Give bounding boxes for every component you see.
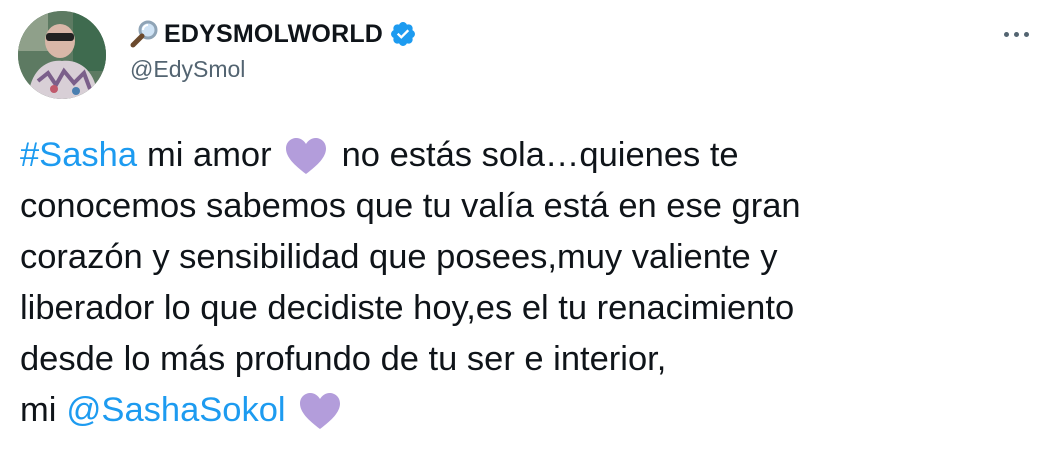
- tweet-line-3: corazón y sensibilidad que posees,muy va…: [20, 238, 778, 276]
- purple-heart-icon: [298, 391, 342, 431]
- more-horizontal-icon-dot: [1013, 31, 1019, 37]
- tweet-text-segment: no estás sola…quienes te: [341, 136, 739, 174]
- author-header: EDYSMOLWORLD @EdySmol: [130, 16, 417, 83]
- more-options-button[interactable]: [998, 22, 1034, 46]
- verified-badge-icon: [383, 20, 417, 48]
- tweet-text-segment: mi amor: [147, 136, 272, 174]
- user-handle[interactable]: @EdySmol: [130, 56, 417, 83]
- display-name[interactable]: EDYSMOLWORLD: [164, 20, 383, 49]
- tweet-text: #Sasha mi amor no estás sola…quienes te c…: [20, 130, 1040, 436]
- purple-heart-icon: [284, 136, 328, 176]
- tweet-line-6: mi @SashaSokol: [20, 385, 1040, 436]
- tweet-line-2: conocemos sabemos que tu valía está en e…: [20, 187, 801, 225]
- tweet-card: EDYSMOLWORLD @EdySmol #Sasha mi amor no e…: [0, 0, 1064, 450]
- tweet-line-1: #Sasha mi amor no estás sola…quienes te: [20, 130, 1040, 181]
- display-name-row[interactable]: EDYSMOLWORLD: [130, 16, 417, 52]
- hashtag-link[interactable]: #Sasha: [20, 130, 137, 181]
- magnifying-glass-icon: [130, 19, 160, 49]
- mention-link[interactable]: @SashaSokol: [66, 385, 285, 436]
- tweet-text-segment: mi: [20, 391, 57, 429]
- more-horizontal-icon-dot: [1003, 31, 1009, 37]
- more-horizontal-icon-dot: [1023, 31, 1029, 37]
- avatar[interactable]: [18, 11, 106, 99]
- tweet-line-4: liberador lo que decidiste hoy,es el tu …: [20, 289, 795, 327]
- tweet-line-5: desde lo más profundo de tu ser e interi…: [20, 340, 667, 378]
